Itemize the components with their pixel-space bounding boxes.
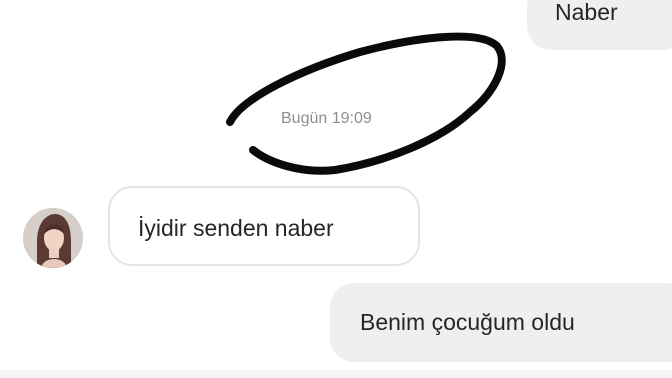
outgoing-message-bubble[interactable]: Benim çocuğum oldu xyxy=(330,283,672,362)
outgoing-message-bubble[interactable]: Naber xyxy=(527,0,672,50)
incoming-message-bubble[interactable]: İyidir senden naber xyxy=(108,186,420,266)
contact-avatar[interactable] xyxy=(23,208,83,268)
message-text: Naber xyxy=(555,0,618,25)
next-message-edge xyxy=(0,370,672,378)
message-text: Benim çocuğum oldu xyxy=(360,309,575,335)
message-timestamp: Bugün 19:09 xyxy=(281,110,372,127)
chat-thread: Naber Bugün 19:09 İyidir senden naber Be… xyxy=(0,0,672,378)
message-text: İyidir senden naber xyxy=(138,215,334,241)
profile-photo-icon xyxy=(23,208,83,268)
